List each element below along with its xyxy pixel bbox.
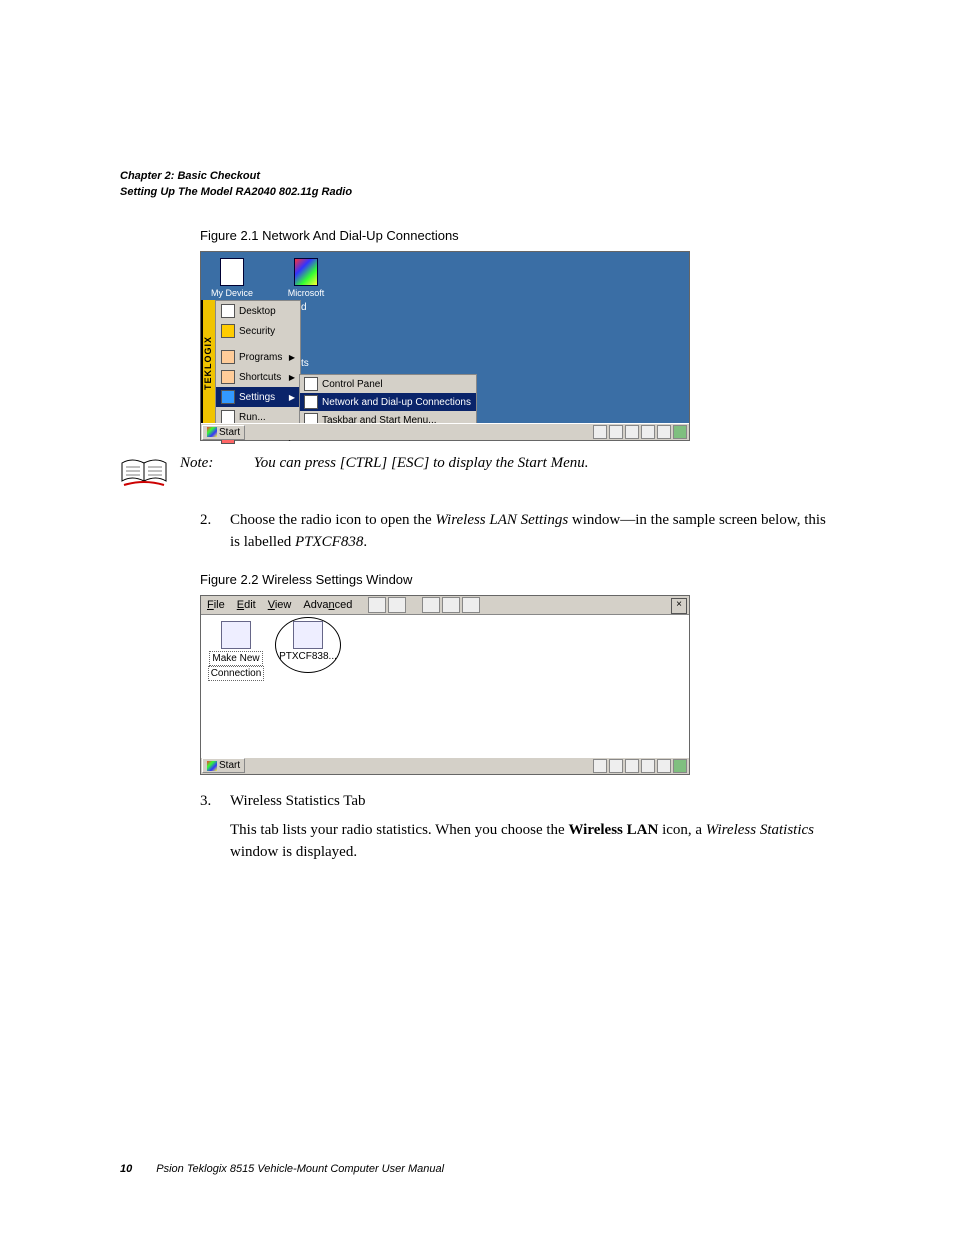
ptxcf838-connection[interactable]: PTXCF838... bbox=[279, 621, 337, 662]
tray-icon[interactable] bbox=[657, 759, 671, 773]
settings-icon bbox=[221, 390, 235, 404]
taskbar: Start bbox=[201, 423, 689, 440]
item-label: Make New bbox=[209, 651, 262, 666]
step-number: 3. bbox=[200, 791, 218, 864]
figure2-caption: Figure 2.2 Wireless Settings Window bbox=[200, 572, 834, 587]
system-tray bbox=[591, 425, 689, 439]
peek-text: ts bbox=[301, 358, 309, 369]
start-item-settings[interactable]: Settings▶ bbox=[216, 387, 300, 407]
run-icon bbox=[221, 410, 235, 424]
make-new-connection[interactable]: Make New Connection bbox=[207, 621, 265, 681]
toolbar-cut-icon[interactable] bbox=[368, 597, 386, 613]
network-icon bbox=[304, 395, 318, 409]
tray-icon[interactable] bbox=[673, 759, 687, 773]
tray-icon[interactable] bbox=[641, 759, 655, 773]
device-icon bbox=[220, 258, 244, 286]
new-connection-icon bbox=[221, 621, 251, 649]
tray-icon[interactable] bbox=[593, 759, 607, 773]
radio-icon bbox=[293, 621, 323, 649]
step3-title: Wireless Statistics Tab bbox=[230, 791, 834, 813]
folder-icon bbox=[221, 350, 235, 364]
tray-icon[interactable] bbox=[609, 759, 623, 773]
wordpad-icon bbox=[294, 258, 318, 286]
desktop-icon-microsoft[interactable]: Microsoft bbox=[281, 258, 331, 298]
tray-icon[interactable] bbox=[673, 425, 687, 439]
windows-icon bbox=[207, 427, 217, 437]
menu-advanced[interactable]: Advanced bbox=[303, 599, 352, 611]
start-menu: Desktop Security Programs▶ Shortcuts▶ Se… bbox=[215, 300, 301, 424]
desktop-icon bbox=[221, 304, 235, 318]
tray-icon[interactable] bbox=[657, 425, 671, 439]
toolbar-view-icon[interactable] bbox=[442, 597, 460, 613]
step3-text: Wireless Statistics Tab This tab lists y… bbox=[230, 791, 834, 864]
item-label: Connection bbox=[208, 666, 265, 681]
page-footer: 10 Psion Teklogix 8515 Vehicle-Mount Com… bbox=[120, 1163, 444, 1175]
menu-view[interactable]: View bbox=[268, 599, 292, 611]
note-label: Note: bbox=[180, 455, 250, 472]
submenu-control-panel[interactable]: Control Panel bbox=[300, 375, 476, 393]
chapter-label: Chapter 2: Basic Checkout bbox=[120, 170, 834, 182]
tray-icon[interactable] bbox=[625, 759, 639, 773]
step-number: 2. bbox=[200, 510, 218, 554]
system-tray bbox=[591, 759, 689, 773]
toolbar-view bbox=[422, 597, 480, 613]
start-item-programs[interactable]: Programs▶ bbox=[216, 347, 300, 367]
section-label: Setting Up The Model RA2040 802.11g Radi… bbox=[120, 186, 834, 198]
lock-icon bbox=[221, 324, 235, 338]
control-panel-icon bbox=[304, 377, 318, 391]
taskbar: Start bbox=[201, 757, 689, 774]
footer-title: Psion Teklogix 8515 Vehicle-Mount Comput… bbox=[156, 1163, 444, 1175]
tray-icon[interactable] bbox=[641, 425, 655, 439]
toolbar-view-icon[interactable] bbox=[462, 597, 480, 613]
windows-icon bbox=[207, 761, 217, 771]
start-item-shortcuts[interactable]: Shortcuts▶ bbox=[216, 367, 300, 387]
figure2-screenshot: File Edit View Advanced × Make New Conne… bbox=[200, 595, 690, 775]
chevron-right-icon: ▶ bbox=[289, 353, 295, 362]
note-text: You can press [CTRL] [ESC] to display th… bbox=[254, 455, 589, 471]
tray-icon[interactable] bbox=[593, 425, 607, 439]
desktop-icon-my-device[interactable]: My Device bbox=[207, 258, 257, 298]
page-number: 10 bbox=[120, 1163, 132, 1175]
toolbar-view-icon[interactable] bbox=[422, 597, 440, 613]
folder-icon bbox=[221, 370, 235, 384]
start-button[interactable]: Start bbox=[202, 758, 245, 773]
item-label: PTXCF838... bbox=[279, 651, 337, 662]
menu-edit[interactable]: Edit bbox=[237, 599, 256, 611]
chevron-right-icon: ▶ bbox=[289, 393, 295, 402]
figure1-caption: Figure 2.1 Network And Dial-Up Connectio… bbox=[200, 228, 834, 243]
start-item-desktop[interactable]: Desktop bbox=[216, 301, 300, 321]
start-item-security[interactable]: Security bbox=[216, 321, 300, 341]
close-button[interactable]: × bbox=[671, 598, 687, 614]
peek-text: d bbox=[301, 302, 307, 313]
icon-label: My Device bbox=[207, 288, 257, 298]
note-book-icon bbox=[120, 455, 168, 492]
menu-file[interactable]: File bbox=[207, 599, 225, 611]
chevron-right-icon: ▶ bbox=[289, 373, 295, 382]
step2-text: Choose the radio icon to open the Wirele… bbox=[230, 510, 834, 554]
submenu-network-connections[interactable]: Network and Dial-up Connections bbox=[300, 393, 476, 411]
settings-submenu: Control Panel Network and Dial-up Connec… bbox=[299, 374, 477, 430]
start-button[interactable]: Start bbox=[202, 425, 245, 440]
tray-icon[interactable] bbox=[609, 425, 623, 439]
toolbar bbox=[368, 597, 406, 613]
icon-label: Microsoft bbox=[281, 288, 331, 298]
tray-icon[interactable] bbox=[625, 425, 639, 439]
figure1-screenshot: My Device Microsoft d ts TEKLOGIX Deskto… bbox=[200, 251, 690, 441]
toolbar-copy-icon[interactable] bbox=[388, 597, 406, 613]
menu-bar: File Edit View Advanced bbox=[201, 596, 689, 615]
